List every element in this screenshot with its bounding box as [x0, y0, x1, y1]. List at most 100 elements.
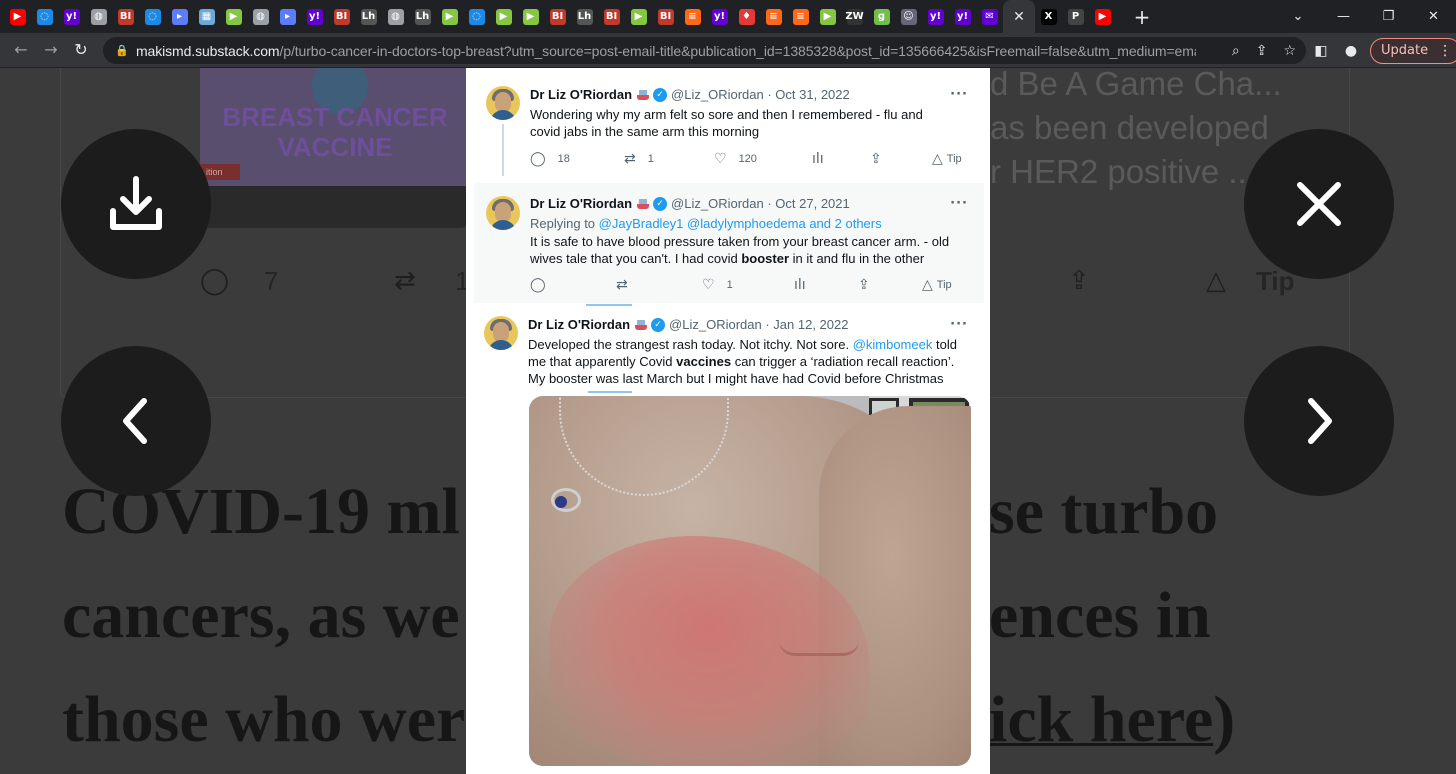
tweet-actions: ◯ ⇄ ♡ 1 ılı ⇪ △ Tip	[530, 277, 970, 295]
tweet-text-part: Developed the strangest rash today. Not …	[528, 337, 853, 352]
browser-tab[interactable]: y!	[706, 0, 733, 33]
update-button[interactable]: Update ⋮	[1370, 38, 1456, 64]
browser-tab[interactable]: ≡	[787, 0, 814, 33]
browser-tab[interactable]: Lh	[409, 0, 436, 33]
minimize-icon[interactable]: —	[1321, 0, 1366, 33]
replying-to: Replying to @JayBradley1 @ladylymphoedem…	[530, 215, 950, 232]
forward-arrow-icon[interactable]: →	[36, 35, 66, 65]
browser-tab[interactable]: ▦	[193, 0, 220, 33]
restore-icon[interactable]: ❐	[1366, 0, 1411, 33]
browser-tab[interactable]: ✉	[976, 0, 1003, 33]
browser-tab[interactable]: ≡	[760, 0, 787, 33]
browser-tab[interactable]: y!	[301, 0, 328, 33]
tip-triangle-icon: △	[922, 277, 933, 293]
yahoo-icon: y!	[954, 8, 971, 25]
grid-icon: ▦	[198, 8, 215, 25]
profile-avatar-icon[interactable]: ●	[1340, 43, 1362, 59]
back-arrow-icon[interactable]: ←	[6, 35, 36, 65]
browser-tab[interactable]: y!	[58, 0, 85, 33]
url-text[interactable]: makismd.substack.com/p/turbo-cancer-in-d…	[136, 43, 1196, 59]
excerpt-line-2: as been developed	[990, 109, 1269, 146]
x-icon: X	[1040, 8, 1057, 25]
letters-icon: Lh	[414, 8, 431, 25]
browser-tab[interactable]: BI	[112, 0, 139, 33]
tab-strip: ▶ ◌ y! ◍ BI ◌ ▸ ▦ ▶ ◍ ▸ y! BI Lh ◍ Lh ▶ ◌ ▶ ▶ BI Lh BI ▶ BI ≡ y! ♦ ≡…	[0, 0, 1156, 33]
update-label: Update	[1381, 43, 1429, 58]
url-path: /p/turbo-cancer-in-doctors-top-breast?ut…	[279, 42, 1196, 59]
previous-image-button[interactable]	[61, 346, 211, 496]
window-close-icon[interactable]: ✕	[1411, 0, 1456, 33]
browser-tab[interactable]: ▸	[274, 0, 301, 33]
retweet-count: 1	[647, 153, 654, 165]
browser-tab[interactable]: ▶	[490, 0, 517, 33]
substack-icon: ≡	[684, 8, 701, 25]
browser-tab-active[interactable]: ✕	[1003, 0, 1035, 33]
person-icon: ☺	[900, 8, 917, 25]
browser-tab[interactable]: X	[1035, 0, 1062, 33]
browser-tab[interactable]: Lh	[571, 0, 598, 33]
browser-tab[interactable]: ◍	[382, 0, 409, 33]
click-here-link[interactable]: ick here	[989, 683, 1213, 756]
browser-tab[interactable]: ▶	[436, 0, 463, 33]
tweet-date: Jan 12, 2022	[773, 317, 849, 332]
browser-tab[interactable]: ◍	[85, 0, 112, 33]
browser-tab[interactable]: ◌	[31, 0, 58, 33]
bookmark-star-icon[interactable]: ☆	[1283, 43, 1296, 59]
close-lightbox-button[interactable]	[1244, 129, 1394, 279]
browser-tab[interactable]: ≡	[679, 0, 706, 33]
browser-tab[interactable]: Lh	[355, 0, 382, 33]
bi-icon: BI	[117, 8, 134, 25]
browser-tab[interactable]: ▶	[4, 0, 31, 33]
analytics-icon: ılı	[794, 277, 806, 293]
address-bar[interactable]: 🔒 makismd.substack.com/p/turbo-cancer-in…	[103, 37, 1306, 64]
reload-icon[interactable]: ↻	[66, 35, 96, 65]
browser-tab[interactable]: ▶	[625, 0, 652, 33]
author-handle: @Liz_ORiordan	[671, 196, 764, 211]
browser-tab[interactable]: ▶	[517, 0, 544, 33]
browser-tab[interactable]: ▶	[220, 0, 247, 33]
browser-tab[interactable]: P	[1062, 0, 1089, 33]
browser-tab[interactable]: BI	[598, 0, 625, 33]
browser-tab[interactable]: ▸	[166, 0, 193, 33]
browser-tab[interactable]: y!	[949, 0, 976, 33]
download-button[interactable]	[61, 129, 211, 279]
side-panel-icon[interactable]: ◧	[1310, 43, 1332, 59]
like-icon: ♡	[702, 277, 715, 293]
browser-tab[interactable]: y!	[922, 0, 949, 33]
browser-tab[interactable]: ◌	[139, 0, 166, 33]
browser-tab[interactable]: ◌	[463, 0, 490, 33]
like-count: 120	[738, 153, 757, 165]
yahoo-icon: y!	[306, 8, 323, 25]
zoom-search-icon[interactable]: ⌕	[1232, 43, 1240, 59]
avatar	[486, 86, 520, 120]
tab-close-icon[interactable]: ✕	[1011, 9, 1027, 25]
tweet-photo	[529, 396, 971, 766]
rumble-icon: ▶	[495, 8, 512, 25]
tweet-header: Dr Liz O'Riordan ✓ @Liz_ORiordan · Oct 3…	[530, 87, 850, 102]
ship-emoji-icon	[636, 88, 650, 101]
browser-tab[interactable]: ZW	[841, 0, 868, 33]
browser-tab[interactable]: BI	[328, 0, 355, 33]
kebab-menu-icon[interactable]: ⋮	[1438, 39, 1452, 63]
tweet-actions: ◯ 18 ⇄ 1 ♡ 120 ılı ⇪ △ Tip	[530, 151, 970, 169]
ship-emoji-icon	[634, 318, 648, 331]
share-icon[interactable]: ⇪	[1256, 43, 1268, 59]
browser-tab[interactable]: ☺	[895, 0, 922, 33]
like-count: 1	[726, 279, 733, 291]
new-tab-plus-icon[interactable]: +	[1128, 3, 1156, 31]
browser-tab[interactable]: BI	[652, 0, 679, 33]
tab-search-chevron-icon[interactable]: ⌄	[1279, 0, 1317, 33]
browser-tab[interactable]: ▶	[814, 0, 841, 33]
browser-tab[interactable]: g	[868, 0, 895, 33]
next-image-button[interactable]	[1244, 346, 1394, 496]
pendant-gem	[555, 496, 567, 508]
verified-badge-icon: ✓	[653, 87, 668, 102]
thumbnail-text: BREAST CANCER VACCINE	[222, 102, 448, 162]
chevron-left-icon	[123, 398, 147, 444]
browser-tab[interactable]: ♦	[733, 0, 760, 33]
avatar	[486, 196, 520, 230]
browser-tab[interactable]: BI	[544, 0, 571, 33]
browser-tab[interactable]: ▶	[1089, 0, 1116, 33]
analytics-icon: ılı	[812, 151, 824, 167]
browser-tab[interactable]: ◍	[247, 0, 274, 33]
